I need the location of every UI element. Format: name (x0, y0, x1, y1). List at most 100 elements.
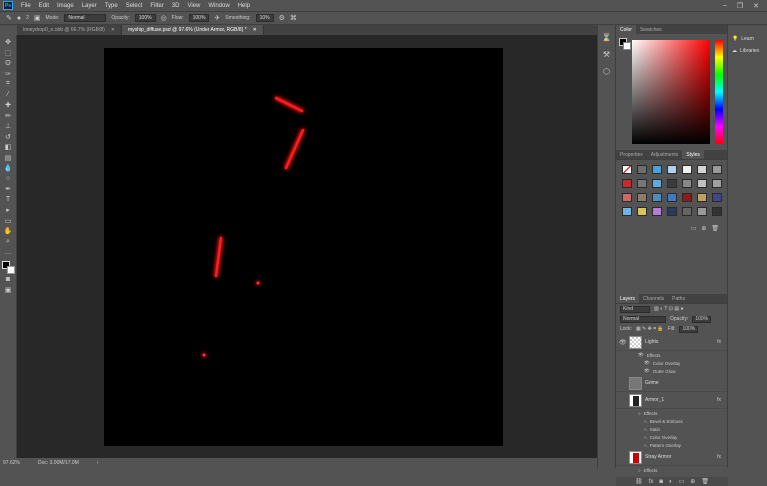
style-swatch[interactable] (712, 193, 722, 202)
style-swatch[interactable] (682, 165, 692, 174)
move-tool-icon[interactable]: ✥ (3, 38, 14, 47)
color-chips[interactable] (619, 38, 631, 50)
history-brush-icon[interactable]: ↺ (3, 133, 14, 142)
fx-icon[interactable]: fx (717, 397, 727, 403)
pen-tool-icon[interactable]: ✒ (3, 185, 14, 194)
style-swatch[interactable] (622, 193, 632, 202)
new-style-icon[interactable]: ⊕ (701, 225, 706, 232)
color-picker-field[interactable] (632, 40, 710, 144)
style-swatch[interactable] (652, 193, 662, 202)
style-swatch[interactable] (652, 179, 662, 188)
fx-menu-icon[interactable]: fx (649, 479, 654, 485)
opacity-field[interactable]: 100% (134, 14, 156, 22)
tab-color[interactable]: Color (616, 25, 636, 34)
link-icon[interactable]: ⛓ (635, 478, 643, 485)
style-swatch[interactable] (667, 193, 677, 202)
eyedropper-tool-icon[interactable]: ⁄ (3, 91, 14, 100)
smoothing-field[interactable]: 10% (255, 14, 274, 22)
3d-panel-icon[interactable]: ⬡ (603, 67, 610, 76)
gear-icon[interactable]: ⚙ (279, 14, 285, 22)
eye-icon[interactable]: 👁 (644, 360, 650, 366)
close-icon[interactable]: ✕ (253, 27, 257, 33)
more-tools-icon[interactable]: … (3, 248, 14, 257)
style-swatch[interactable] (697, 207, 707, 216)
libraries-panel-button[interactable]: ☁ Libraries (728, 45, 767, 57)
layer-row-stray-armor[interactable]: Stray Armor fx (616, 449, 727, 466)
blur-tool-icon[interactable]: 💧 (3, 164, 14, 173)
style-swatch[interactable] (637, 179, 647, 188)
fill-field[interactable]: 100% (679, 325, 699, 333)
tab-properties[interactable]: Properties (616, 150, 647, 159)
style-swatch[interactable] (622, 179, 632, 188)
eye-icon[interactable]: ○ (644, 419, 647, 424)
path-select-tool-icon[interactable]: ▸ (3, 206, 14, 215)
dodge-tool-icon[interactable]: ○ (3, 175, 14, 184)
menu-filter[interactable]: Filter (146, 3, 167, 9)
zoom-tool-icon[interactable]: ⌕ (3, 238, 14, 247)
style-swatch[interactable] (622, 165, 632, 174)
style-swatch[interactable] (712, 165, 722, 174)
layer-row-armor[interactable]: Armor_1 fx (616, 392, 727, 409)
fx-icon[interactable]: fx (717, 339, 727, 345)
healing-tool-icon[interactable]: ✚ (3, 101, 14, 110)
doc-tab-1[interactable]: loneydrop0_n.obb @ 66.7% (RGB/8) ✕ (17, 25, 122, 35)
tab-layers[interactable]: Layers (616, 294, 640, 303)
brush-settings-icon[interactable]: ▣ (34, 14, 41, 22)
menu-type[interactable]: Type (101, 3, 122, 9)
eye-icon[interactable]: 👁 (644, 368, 650, 374)
type-tool-icon[interactable]: T (3, 196, 14, 205)
style-swatch[interactable] (682, 207, 692, 216)
adjustment-icon[interactable]: ◐ (669, 479, 673, 485)
doc-tab-2[interactable]: myship_diffuse.psd @ 97.6% (Under Armor,… (122, 25, 264, 35)
eye-icon[interactable]: ○ (644, 427, 647, 432)
style-swatch[interactable] (697, 193, 707, 202)
eye-icon[interactable]: 👁 (619, 339, 627, 346)
screen-mode-icon[interactable]: ▣ (3, 286, 14, 295)
background-chip[interactable] (623, 42, 631, 50)
mask-icon[interactable]: ◙ (659, 479, 663, 485)
stamp-tool-icon[interactable]: ⊥ (3, 122, 14, 131)
layer-opacity-field[interactable]: 100% (692, 315, 712, 323)
lasso-tool-icon[interactable]: ʘ (3, 59, 14, 68)
new-layer-icon[interactable]: ⊕ (690, 478, 695, 485)
history-panel-icon[interactable]: ⌛ (602, 33, 612, 42)
pressure-opacity-icon[interactable]: ◎ (161, 14, 167, 22)
style-swatch[interactable] (667, 207, 677, 216)
background-color[interactable] (6, 265, 15, 274)
crop-tool-icon[interactable]: ⌗ (3, 80, 14, 89)
group-icon[interactable]: ▭ (679, 478, 685, 485)
blend-mode-select[interactable]: Normal (620, 315, 666, 323)
brush-preset-icon[interactable]: ● (17, 15, 21, 22)
hue-slider[interactable] (715, 40, 723, 144)
style-swatch[interactable] (652, 165, 662, 174)
color-swatches[interactable] (1, 260, 15, 274)
close-icon[interactable]: ✕ (111, 27, 115, 33)
fx-icon[interactable]: fx (717, 454, 727, 460)
eye-icon[interactable]: 👁 (638, 352, 644, 358)
layer-row-lights[interactable]: 👁 Lights fx (616, 334, 727, 351)
menu-select[interactable]: Select (122, 3, 147, 9)
eye-icon[interactable]: ○ (644, 435, 647, 440)
menu-help[interactable]: Help (234, 3, 254, 9)
quick-mask-icon[interactable]: ◙ (3, 276, 14, 285)
document-canvas[interactable] (104, 48, 503, 446)
style-swatch[interactable] (697, 179, 707, 188)
lock-icons[interactable]: ▦ ✎ ✥ ⌗ 🔒 (636, 326, 664, 332)
trash-icon[interactable]: 🗑 (711, 225, 719, 232)
layer-row-grime[interactable]: Grime (616, 375, 727, 392)
eye-icon[interactable]: ○ (638, 411, 641, 416)
style-swatch[interactable] (637, 207, 647, 216)
brush-tool-icon[interactable]: ✏ (3, 112, 14, 121)
restore-button[interactable]: ❐ (737, 2, 743, 10)
mode-select[interactable]: Normal (64, 14, 107, 22)
trash-icon[interactable]: 🗑 (701, 478, 709, 485)
status-arrow-icon[interactable]: › (97, 460, 99, 466)
eraser-tool-icon[interactable]: ◧ (3, 143, 14, 152)
tab-styles[interactable]: Styles (682, 150, 704, 159)
menu-view[interactable]: View (183, 3, 204, 9)
style-swatch[interactable] (667, 165, 677, 174)
airbrush-icon[interactable]: ✈ (214, 14, 220, 22)
quick-select-tool-icon[interactable]: ✑ (3, 70, 14, 79)
hand-tool-icon[interactable]: ✋ (3, 227, 14, 236)
tab-paths[interactable]: Paths (668, 294, 689, 303)
